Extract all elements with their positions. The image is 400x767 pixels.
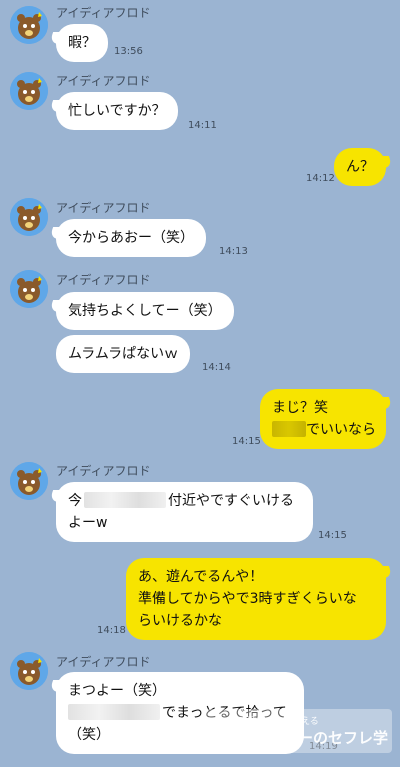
message-bubble[interactable]: ん？ [334,148,386,186]
avatar[interactable] [10,198,48,236]
avatar[interactable] [10,72,48,110]
avatar[interactable] [10,462,48,500]
message-time: 14:15 [232,436,261,447]
message-line: よーw [68,515,108,531]
bear-avatar-icon [10,462,48,500]
message-time: 14:18 [97,625,126,636]
sender-name: アイディアフロド [56,464,151,478]
watermark: 既婚者でも出会える アラフォーのセフレ学 [204,709,392,753]
sender-name: アイディアフロド [56,6,151,20]
sender-name: アイディアフロド [56,74,151,88]
message-bubble[interactable]: あ、遊んでるんや！ 準備してからやで3時すぎくらいな らいけるかな [126,558,386,640]
message-line: まつよー（笑） [68,683,166,699]
message-time: 14:15 [318,530,347,541]
message-bubble[interactable]: 今 付近やですぐいける よーw [56,482,313,542]
message-line: あ、遊んでるんや！ [138,569,264,585]
sender-name: アイディアフロド [56,201,151,215]
message-bubble[interactable]: ムラムラぱないｗ [56,335,191,373]
avatar[interactable] [10,6,48,44]
avatar[interactable] [10,270,48,308]
message-line: まじ？笑 [272,400,328,416]
sender-name: アイディアフロド [56,273,151,287]
message-time: 14:11 [188,120,217,131]
message-time: 14:12 [306,173,335,184]
redacted-text [84,492,166,508]
bear-avatar-icon [10,72,48,110]
bear-avatar-icon [10,652,48,690]
avatar[interactable] [10,652,48,690]
redacted-text [272,421,306,437]
message-time: 13:56 [114,46,143,57]
message-time: 14:14 [202,362,231,373]
bear-avatar-icon [10,270,48,308]
message-line-suffix: 付近やですぐいける [168,493,294,509]
chat-thread: アイディアフロド 暇？ 13:56 アイディアフロド 忙しいですか？ 14:11… [0,0,400,767]
message-bubble[interactable]: 忙しいですか？ [56,92,178,130]
bear-avatar-icon [10,198,48,236]
message-line: らいけるかな [138,613,222,629]
book-icon [210,720,232,742]
message-line-prefix: 今 [68,493,82,509]
bear-avatar-icon [10,6,48,44]
watermark-subtitle: 既婚者でも出会える [238,717,319,727]
message-time: 14:13 [219,246,248,257]
message-line: 今 付近やですぐいける [68,490,301,512]
watermark-title: アラフォーのセフレ学 [238,729,389,747]
message-line: でいいなら [272,419,376,441]
message-line: 準備してからやで3時すぎくらいな [138,591,357,607]
watermark-text: 既婚者でも出会える アラフォーのセフレ学 [238,714,388,748]
message-line-suffix: でいいなら [306,422,376,438]
message-bubble[interactable]: 今からあおー（笑） [56,219,206,257]
message-bubble[interactable]: 気持ちよくしてー（笑） [56,292,234,330]
message-bubble[interactable]: 暇？ [56,24,108,62]
message-bubble[interactable]: まじ？笑 でいいなら [260,389,386,449]
redacted-text [68,704,160,720]
sender-name: アイディアフロド [56,655,151,669]
